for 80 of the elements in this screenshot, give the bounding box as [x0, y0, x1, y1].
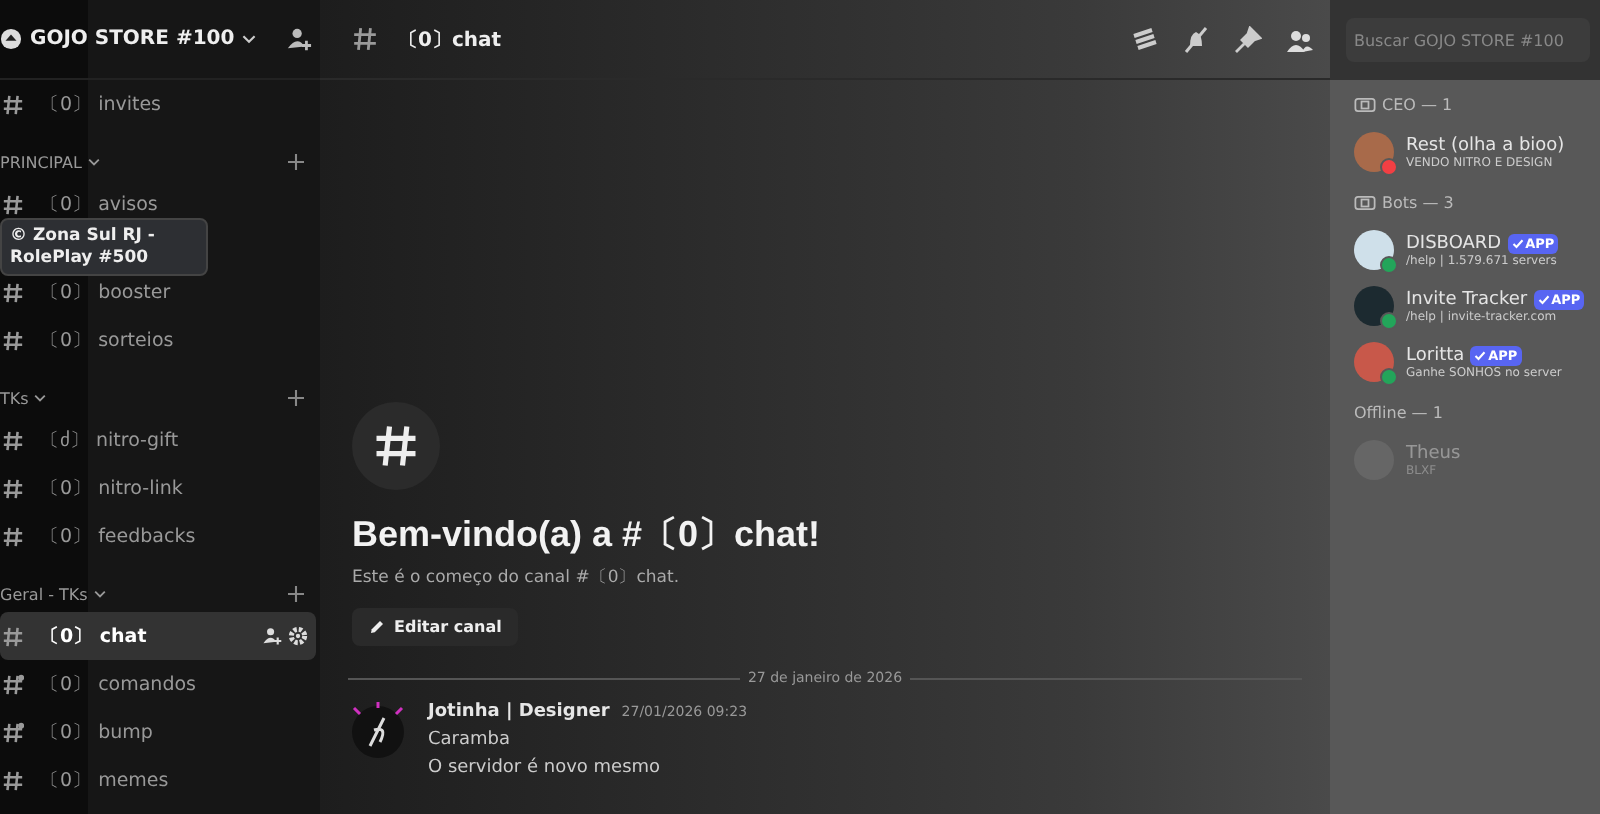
hash-icon: [2, 281, 24, 303]
channel-name: 〔0〕 memes: [40, 767, 169, 793]
member-name: Theus: [1406, 443, 1461, 463]
member-name: Invite Tracker: [1406, 289, 1528, 309]
channel-name: 〔0〕 booster: [40, 279, 171, 305]
message-text: Caramba: [428, 730, 513, 750]
channel-name: 〔0〕 nitro-link: [40, 475, 183, 501]
role-icon: [1354, 98, 1376, 112]
channel-name: 〔0〕 chat: [40, 623, 147, 649]
hash-icon: [2, 193, 24, 215]
category-label[interactable]: PRINCIPAL: [0, 153, 82, 171]
pencil-icon: [368, 618, 386, 636]
channel-name: 〔0〕 feedbacks: [40, 523, 196, 549]
server-title: GOJO STORE #100: [30, 28, 235, 50]
add-channel-icon[interactable]: [288, 586, 304, 602]
check-icon: [1474, 349, 1487, 361]
add-channel-icon[interactable]: [288, 154, 304, 170]
channel-item[interactable]: 〔0〕 chat: [0, 612, 316, 660]
role-group-title: CEO — 1: [1382, 96, 1453, 114]
category-label[interactable]: TKs: [0, 389, 29, 407]
channel-hash-icon: [352, 402, 440, 490]
hash-thread-icon: [2, 673, 24, 695]
channel-name: 〔0〕 avisos: [40, 191, 158, 217]
welcome-subtitle: Este é o começo do canal #〔0〕chat.: [352, 566, 682, 590]
chevron-icon: [87, 158, 100, 166]
channel-name: 〔ძ〕 nitro-gift: [40, 427, 179, 453]
channel-name: 〔0〕 comandos: [40, 671, 196, 697]
search-field[interactable]: Buscar GOJO STORE #100: [1346, 18, 1590, 62]
channel-item[interactable]: 〔0〕 bump: [0, 708, 316, 756]
hash-icon: [2, 525, 24, 547]
check-icon: [1511, 237, 1524, 249]
threads-icon[interactable]: [1130, 25, 1158, 53]
member-avatar: [1354, 230, 1394, 270]
member-name: Rest (olha a bioo): [1406, 135, 1565, 155]
hash-icon: [2, 329, 24, 351]
member-list-icon[interactable]: [1286, 25, 1314, 53]
member-avatar: [1354, 132, 1394, 172]
channel-item[interactable]: 〔0〕 feedbacks: [0, 512, 316, 560]
channel-name: 〔0〕 bump: [40, 719, 153, 745]
channel-item[interactable]: 〔0〕 memes: [0, 756, 316, 804]
channel-item[interactable]: 〔0〕 sorteios: [0, 316, 316, 364]
channel-name: 〔0〕 invites: [40, 91, 162, 117]
edit-channel-button[interactable]: Editar canal: [352, 608, 518, 646]
welcome-title: Bem-vindo(a) a #〔0〕chat!: [352, 512, 823, 558]
hash-icon: [2, 769, 24, 791]
member-avatar: [1354, 286, 1394, 326]
hash-icon: [2, 429, 24, 451]
hash-thread-icon: [2, 721, 24, 743]
message-text: O servidor é novo mesmo: [428, 758, 663, 778]
member-name: DISBOARD: [1406, 233, 1502, 253]
add-channel-icon[interactable]: [288, 390, 304, 406]
channel-item[interactable]: 〔0〕 nitro-link: [0, 464, 316, 512]
hash-icon: [352, 26, 378, 52]
member-name: Loritta: [1406, 345, 1465, 365]
server-tooltip: © Zona Sul RJ - RolePlay #500: [0, 218, 208, 277]
add-member-icon[interactable]: [286, 26, 312, 52]
channel-name: 〔0〕 sorteios: [40, 327, 174, 353]
chevron-icon: [93, 590, 106, 598]
role-icon: [1354, 196, 1376, 210]
add-member-icon[interactable]: [262, 626, 282, 646]
channel-item[interactable]: 〔0〕 invites: [0, 80, 316, 128]
chevron-icon: [34, 394, 47, 402]
channel-title: 〔0〕chat: [398, 27, 502, 53]
user-avatar[interactable]: [348, 702, 408, 762]
hash-icon: [2, 477, 24, 499]
check-icon: [1537, 293, 1550, 305]
channel-item[interactable]: 〔0〕 comandos: [0, 660, 316, 708]
role-group-title: Offline — 1: [1354, 404, 1443, 422]
hash-icon: [2, 625, 24, 647]
settings-icon[interactable]: [288, 626, 308, 646]
server-name[interactable]: GOJO STORE #100: [0, 28, 257, 50]
member-avatar: [1354, 342, 1394, 382]
hash-icon: [2, 93, 24, 115]
chevron-icon: [242, 34, 257, 44]
category-label[interactable]: Geral - TKs: [0, 585, 88, 603]
muted-bell-icon[interactable]: [1182, 25, 1210, 53]
role-group-title: Bots — 3: [1382, 194, 1454, 212]
pin-icon[interactable]: [1234, 25, 1262, 53]
message-author[interactable]: Jotinha | Designer: [428, 702, 610, 722]
channel-item[interactable]: 〔ძ〕 nitro-gift: [0, 416, 316, 464]
